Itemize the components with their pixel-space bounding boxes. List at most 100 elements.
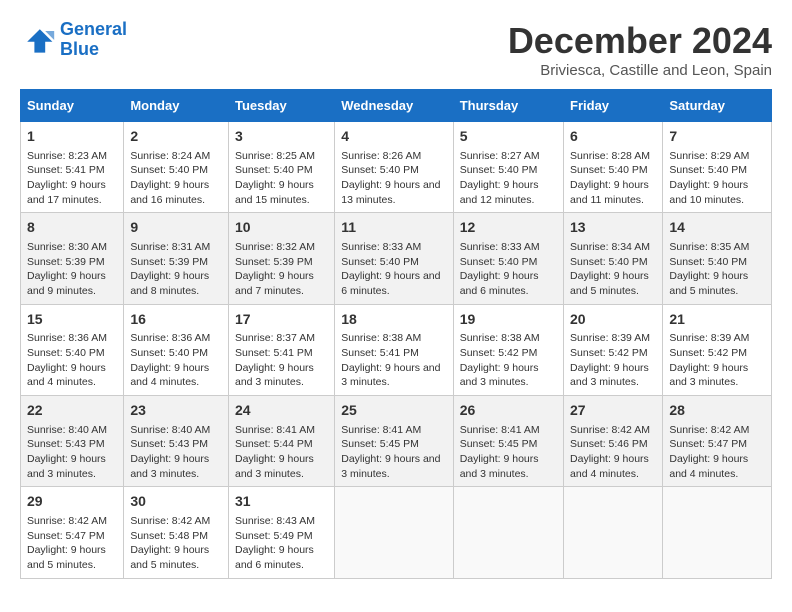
daylight-label: Daylight: 9 hours and 8 minutes. — [130, 270, 209, 297]
day-number: 30 — [130, 492, 222, 512]
calendar-cell: 15 Sunrise: 8:36 AM Sunset: 5:40 PM Dayl… — [21, 304, 124, 395]
sunrise-label: Sunrise: 8:29 AM — [669, 150, 749, 162]
day-header-friday: Friday — [564, 90, 663, 122]
day-header-tuesday: Tuesday — [228, 90, 334, 122]
sunset-label: Sunset: 5:47 PM — [669, 438, 747, 450]
calendar-week-5: 29 Sunrise: 8:42 AM Sunset: 5:47 PM Dayl… — [21, 487, 772, 578]
calendar-cell: 6 Sunrise: 8:28 AM Sunset: 5:40 PM Dayli… — [564, 122, 663, 213]
day-number: 8 — [27, 218, 117, 238]
sunset-label: Sunset: 5:39 PM — [130, 256, 208, 268]
day-header-monday: Monday — [124, 90, 229, 122]
sunset-label: Sunset: 5:43 PM — [27, 438, 105, 450]
day-number: 28 — [669, 401, 765, 421]
sunset-label: Sunset: 5:40 PM — [669, 164, 747, 176]
sunset-label: Sunset: 5:41 PM — [341, 347, 419, 359]
daylight-label: Daylight: 9 hours and 5 minutes. — [570, 270, 649, 297]
calendar-cell: 21 Sunrise: 8:39 AM Sunset: 5:42 PM Dayl… — [663, 304, 772, 395]
calendar-week-1: 1 Sunrise: 8:23 AM Sunset: 5:41 PM Dayli… — [21, 122, 772, 213]
sunset-label: Sunset: 5:40 PM — [130, 347, 208, 359]
day-number: 18 — [341, 310, 446, 330]
sunrise-label: Sunrise: 8:40 AM — [130, 424, 210, 436]
calendar-cell: 16 Sunrise: 8:36 AM Sunset: 5:40 PM Dayl… — [124, 304, 229, 395]
calendar-cell — [453, 487, 563, 578]
calendar-week-4: 22 Sunrise: 8:40 AM Sunset: 5:43 PM Dayl… — [21, 396, 772, 487]
calendar-cell — [564, 487, 663, 578]
daylight-label: Daylight: 9 hours and 17 minutes. — [27, 179, 106, 206]
daylight-label: Daylight: 9 hours and 6 minutes. — [341, 270, 440, 297]
sunrise-label: Sunrise: 8:23 AM — [27, 150, 107, 162]
calendar-cell: 18 Sunrise: 8:38 AM Sunset: 5:41 PM Dayl… — [335, 304, 453, 395]
day-header-saturday: Saturday — [663, 90, 772, 122]
calendar-cell: 28 Sunrise: 8:42 AM Sunset: 5:47 PM Dayl… — [663, 396, 772, 487]
sunset-label: Sunset: 5:40 PM — [130, 164, 208, 176]
daylight-label: Daylight: 9 hours and 5 minutes. — [27, 544, 106, 571]
daylight-label: Daylight: 9 hours and 13 minutes. — [341, 179, 440, 206]
day-number: 17 — [235, 310, 328, 330]
calendar-cell: 13 Sunrise: 8:34 AM Sunset: 5:40 PM Dayl… — [564, 213, 663, 304]
month-title: December 2024 — [508, 20, 772, 62]
sunset-label: Sunset: 5:40 PM — [669, 256, 747, 268]
daylight-label: Daylight: 9 hours and 3 minutes. — [235, 362, 314, 389]
calendar-cell: 19 Sunrise: 8:38 AM Sunset: 5:42 PM Dayl… — [453, 304, 563, 395]
day-number: 21 — [669, 310, 765, 330]
daylight-label: Daylight: 9 hours and 3 minutes. — [669, 362, 748, 389]
calendar-cell: 31 Sunrise: 8:43 AM Sunset: 5:49 PM Dayl… — [228, 487, 334, 578]
calendar-table: SundayMondayTuesdayWednesdayThursdayFrid… — [20, 89, 772, 579]
calendar-cell: 23 Sunrise: 8:40 AM Sunset: 5:43 PM Dayl… — [124, 396, 229, 487]
logo: General Blue — [20, 20, 127, 60]
daylight-label: Daylight: 9 hours and 16 minutes. — [130, 179, 209, 206]
sunset-label: Sunset: 5:40 PM — [341, 256, 419, 268]
daylight-label: Daylight: 9 hours and 11 minutes. — [570, 179, 649, 206]
daylight-label: Daylight: 9 hours and 3 minutes. — [27, 453, 106, 480]
sunset-label: Sunset: 5:46 PM — [570, 438, 648, 450]
day-header-sunday: Sunday — [21, 90, 124, 122]
calendar-cell: 20 Sunrise: 8:39 AM Sunset: 5:42 PM Dayl… — [564, 304, 663, 395]
sunrise-label: Sunrise: 8:31 AM — [130, 241, 210, 253]
sunrise-label: Sunrise: 8:42 AM — [669, 424, 749, 436]
daylight-label: Daylight: 9 hours and 3 minutes. — [130, 453, 209, 480]
daylight-label: Daylight: 9 hours and 3 minutes. — [460, 453, 539, 480]
day-number: 3 — [235, 127, 328, 147]
sunset-label: Sunset: 5:39 PM — [235, 256, 313, 268]
sunset-label: Sunset: 5:40 PM — [341, 164, 419, 176]
sunrise-label: Sunrise: 8:41 AM — [341, 424, 421, 436]
title-block: December 2024 Briviesca, Castille and Le… — [508, 20, 772, 79]
sunrise-label: Sunrise: 8:28 AM — [570, 150, 650, 162]
sunrise-label: Sunrise: 8:35 AM — [669, 241, 749, 253]
daylight-label: Daylight: 9 hours and 3 minutes. — [570, 362, 649, 389]
sunrise-label: Sunrise: 8:24 AM — [130, 150, 210, 162]
sunset-label: Sunset: 5:47 PM — [27, 530, 105, 542]
calendar-cell: 8 Sunrise: 8:30 AM Sunset: 5:39 PM Dayli… — [21, 213, 124, 304]
calendar-cell: 11 Sunrise: 8:33 AM Sunset: 5:40 PM Dayl… — [335, 213, 453, 304]
calendar-cell: 2 Sunrise: 8:24 AM Sunset: 5:40 PM Dayli… — [124, 122, 229, 213]
calendar-cell: 24 Sunrise: 8:41 AM Sunset: 5:44 PM Dayl… — [228, 396, 334, 487]
sunset-label: Sunset: 5:42 PM — [669, 347, 747, 359]
day-number: 12 — [460, 218, 557, 238]
sunset-label: Sunset: 5:48 PM — [130, 530, 208, 542]
day-number: 24 — [235, 401, 328, 421]
daylight-label: Daylight: 9 hours and 7 minutes. — [235, 270, 314, 297]
calendar-cell: 17 Sunrise: 8:37 AM Sunset: 5:41 PM Dayl… — [228, 304, 334, 395]
sunrise-label: Sunrise: 8:37 AM — [235, 332, 315, 344]
location: Briviesca, Castille and Leon, Spain — [508, 62, 772, 79]
calendar-cell: 5 Sunrise: 8:27 AM Sunset: 5:40 PM Dayli… — [453, 122, 563, 213]
day-number: 13 — [570, 218, 656, 238]
sunrise-label: Sunrise: 8:33 AM — [460, 241, 540, 253]
sunset-label: Sunset: 5:40 PM — [570, 164, 648, 176]
day-number: 20 — [570, 310, 656, 330]
page-header: General Blue December 2024 Briviesca, Ca… — [20, 20, 772, 79]
day-header-thursday: Thursday — [453, 90, 563, 122]
daylight-label: Daylight: 9 hours and 4 minutes. — [27, 362, 106, 389]
sunrise-label: Sunrise: 8:39 AM — [669, 332, 749, 344]
sunset-label: Sunset: 5:45 PM — [341, 438, 419, 450]
logo-text: General Blue — [60, 20, 127, 60]
daylight-label: Daylight: 9 hours and 3 minutes. — [341, 362, 440, 389]
calendar-cell: 22 Sunrise: 8:40 AM Sunset: 5:43 PM Dayl… — [21, 396, 124, 487]
calendar-cell: 29 Sunrise: 8:42 AM Sunset: 5:47 PM Dayl… — [21, 487, 124, 578]
sunrise-label: Sunrise: 8:39 AM — [570, 332, 650, 344]
day-number: 5 — [460, 127, 557, 147]
sunset-label: Sunset: 5:49 PM — [235, 530, 313, 542]
day-number: 25 — [341, 401, 446, 421]
day-number: 16 — [130, 310, 222, 330]
day-number: 4 — [341, 127, 446, 147]
